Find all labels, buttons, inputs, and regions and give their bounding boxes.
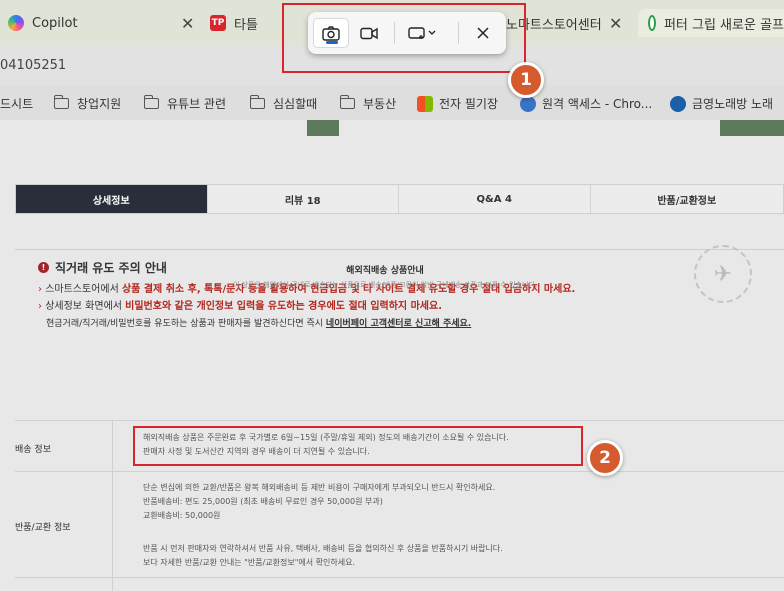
bookmark-label: 드시트 xyxy=(0,97,34,111)
bookmark-label: 유튜브 관련 xyxy=(167,97,227,111)
step-badge-2: 2 xyxy=(587,440,623,476)
shipping-title: 해외직배송 상품안내 xyxy=(346,266,424,276)
tab-label: Copilot xyxy=(32,15,78,31)
bookmark-youtube[interactable]: 유튜브 관련 xyxy=(144,95,226,112)
copilot-icon xyxy=(8,15,24,31)
tab-detail[interactable]: 상세정보 xyxy=(16,185,208,213)
step-badge-1: 1 xyxy=(508,62,544,98)
close-tab-icon[interactable]: ✕ xyxy=(609,14,622,33)
bookmark-sheet[interactable]: 드시트 xyxy=(0,95,33,112)
bookmark-remote[interactable]: 원격 액세스 - Chro... xyxy=(520,95,652,112)
product-image xyxy=(720,120,784,136)
close-tab-icon[interactable]: ✕ xyxy=(181,14,194,33)
highlight-box-delivery xyxy=(133,426,583,466)
divider xyxy=(112,420,113,591)
tab-label: 퍼터 그립 새로운 골프 xyxy=(663,17,784,33)
return-info-text-2: 반품 시 먼저 판매자와 연락하셔서 반품 사유, 택배사, 배송비 등을 협의… xyxy=(143,542,503,570)
bookmark-label: 전자 필기장 xyxy=(439,97,499,111)
url-text: 04105251 xyxy=(0,58,67,73)
bookmark-label: 부동산 xyxy=(363,97,397,111)
shield-icon xyxy=(648,15,656,31)
folder-icon xyxy=(144,95,159,109)
bookmark-realestate[interactable]: 부동산 xyxy=(340,95,396,112)
folder-icon xyxy=(54,95,69,109)
delivery-info-label: 배송 정보 xyxy=(15,445,51,455)
bookmark-label: 금영노래방 노래 xyxy=(692,97,774,111)
airplane-stamp-icon: ✈ xyxy=(694,245,752,303)
shipping-subtitle: 이 상품은 해외에서 국내로 배송되는 상품으로 배송/반품/교환이 일반 국내… xyxy=(232,281,538,289)
remote-access-icon xyxy=(520,95,536,112)
folder-icon xyxy=(250,95,265,109)
return-info-text: 단순 변심에 의한 교환/반품은 왕복 해외배송비 등 제반 비용이 구매자에게… xyxy=(143,481,495,523)
bookmark-bored[interactable]: 심심할때 xyxy=(250,95,317,112)
tab-copilot[interactable]: Copilot ✕ xyxy=(0,9,205,37)
bookmark-label: 심심할때 xyxy=(273,97,318,111)
product-image xyxy=(307,120,339,136)
bookmark-label: 원격 액세스 - Chro... xyxy=(542,97,653,111)
folder-icon xyxy=(340,95,355,109)
tp-icon: TP xyxy=(210,15,226,31)
bookmark-karaoke[interactable]: 금영노래방 노래 xyxy=(670,95,773,112)
tab-qna[interactable]: Q&A 4 xyxy=(399,185,591,213)
karaoke-icon xyxy=(670,95,686,112)
return-line: 보다 자세한 반품/교환 안내는 "반품/교환정보"에서 확인하세요. xyxy=(143,558,356,567)
bookmark-label: 창업지원 xyxy=(77,97,122,111)
return-info-label: 반품/교환 정보 xyxy=(15,523,71,533)
return-line: 단순 변심에 의한 교환/반품은 왕복 해외배송비 등 제반 비용이 구매자에게… xyxy=(143,483,496,492)
bookmark-startup[interactable]: 창업지원 xyxy=(54,95,121,112)
bookmarks-bar: 드시트 창업지원 유튜브 관련 심심할때 부동산 전자 필기장 원격 액세스 -… xyxy=(0,86,784,120)
divider xyxy=(15,471,784,472)
microsoft-icon xyxy=(417,95,433,112)
tab-review[interactable]: 리뷰 18 xyxy=(207,185,399,213)
divider xyxy=(15,577,784,578)
tab-label: 타틀 xyxy=(234,17,258,33)
product-tabs: 상세정보 리뷰 18 Q&A 4 반품/교환정보 xyxy=(15,184,784,214)
tab-return[interactable]: 반품/교환정보 xyxy=(590,185,783,213)
divider xyxy=(15,420,784,421)
return-line: 교환배송비: 50,000원 xyxy=(143,511,221,520)
return-line: 반품 시 먼저 판매자와 연락하셔서 반품 사유, 택배사, 배송비 등을 협의… xyxy=(143,544,503,553)
return-line: 반품배송비: 편도 25,000원 (최초 배송비 무료인 경우 50,000원… xyxy=(143,497,383,506)
tab-product[interactable]: 퍼터 그립 새로운 골프 xyxy=(638,9,784,37)
highlight-box-toolbar xyxy=(282,3,526,73)
bookmark-onenote[interactable]: 전자 필기장 xyxy=(417,95,498,112)
